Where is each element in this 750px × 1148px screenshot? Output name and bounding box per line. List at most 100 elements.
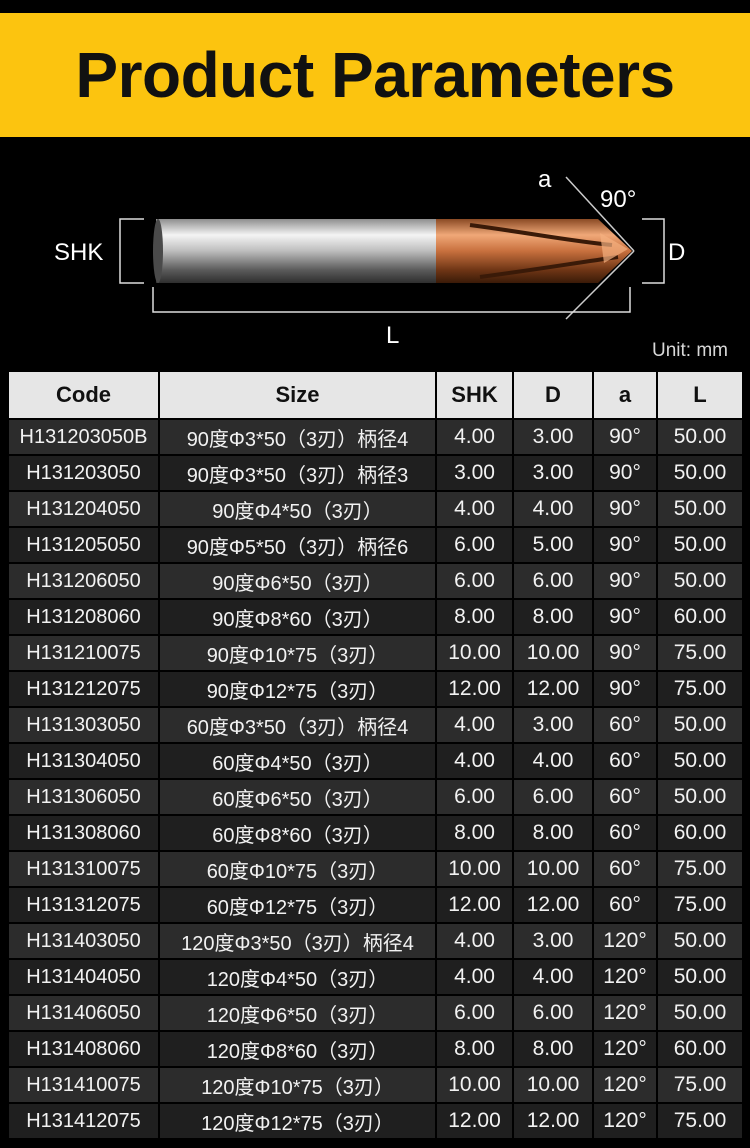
cell-code: H131412075 <box>9 1102 160 1138</box>
cell-code: H131404050 <box>9 958 160 995</box>
table-row: H131304050 60度Φ4*50（3刃） 4.00 4.00 60° 50.00 <box>9 742 742 779</box>
cell-l: 50.00 <box>657 958 742 995</box>
unit-label: Unit: mm <box>652 340 728 361</box>
cell-shk: 4.00 <box>436 958 514 995</box>
table-row: H131204050 90度Φ4*50（3刃） 4.00 4.00 90° 50.00 <box>9 490 742 527</box>
cell-size: 90度Φ10*75（3刃） <box>159 634 437 671</box>
cell-code: H131204050 <box>9 490 160 527</box>
cell-size: 90度Φ12*75（3刃） <box>159 670 437 707</box>
table-row: H131208060 90度Φ8*60（3刃） 8.00 8.00 90° 60.00 <box>9 598 742 635</box>
cell-a: 120° <box>593 1102 658 1138</box>
cell-size: 120度Φ6*50（3刃） <box>159 994 437 1031</box>
label-a: a <box>538 166 552 193</box>
cell-shk: 8.00 <box>436 1030 514 1067</box>
cell-l: 75.00 <box>657 886 742 923</box>
label-angle: 90° <box>600 186 636 213</box>
cell-l: 60.00 <box>657 814 742 851</box>
header-size: Size <box>159 372 437 419</box>
cell-a: 60° <box>593 850 658 887</box>
cell-shk: 12.00 <box>436 886 514 923</box>
cell-shk: 4.00 <box>436 490 514 527</box>
table-row: H131303050 60度Φ3*50（3刃）柄径4 4.00 3.00 60° 50.0… <box>9 706 742 743</box>
cell-d: 8.00 <box>513 598 594 635</box>
drill-tip <box>436 219 632 283</box>
cell-l: 50.00 <box>657 706 742 743</box>
cell-d: 4.00 <box>513 958 594 995</box>
cell-code: H131212075 <box>9 670 160 707</box>
cell-d: 3.00 <box>513 922 594 959</box>
cell-d: 3.00 <box>513 454 594 491</box>
cell-d: 6.00 <box>513 778 594 815</box>
label-shk: SHK <box>54 239 103 266</box>
cell-size: 90度Φ4*50（3刃） <box>159 490 437 527</box>
cell-l: 75.00 <box>657 1102 742 1138</box>
cell-shk: 10.00 <box>436 850 514 887</box>
cell-shk: 3.00 <box>436 454 514 491</box>
cell-size: 60度Φ10*75（3刃） <box>159 850 437 887</box>
cell-shk: 12.00 <box>436 670 514 707</box>
cell-d: 3.00 <box>513 706 594 743</box>
cell-a: 90° <box>593 670 658 707</box>
cell-code: H131203050 <box>9 454 160 491</box>
cell-shk: 6.00 <box>436 562 514 599</box>
cell-size: 90度Φ3*50（3刃）柄径3 <box>159 454 437 491</box>
table-row: H131410075 120度Φ10*75（3刃） 10.00 10.00 120° 75… <box>9 1066 742 1103</box>
cell-code: H131308060 <box>9 814 160 851</box>
cell-a: 90° <box>593 418 658 455</box>
label-l: L <box>386 322 399 349</box>
drill-shank <box>153 219 438 283</box>
cell-a: 120° <box>593 1030 658 1067</box>
cell-d: 8.00 <box>513 1030 594 1067</box>
cell-a: 90° <box>593 454 658 491</box>
cell-l: 60.00 <box>657 598 742 635</box>
cell-code: H131304050 <box>9 742 160 779</box>
cell-d: 5.00 <box>513 526 594 563</box>
table-row: H131205050 90度Φ5*50（3刃）柄径6 6.00 5.00 90° 50.0… <box>9 526 742 563</box>
cell-shk: 4.00 <box>436 706 514 743</box>
cell-code: H131203050B <box>9 418 160 455</box>
cell-d: 4.00 <box>513 490 594 527</box>
cell-l: 50.00 <box>657 562 742 599</box>
header-d: D <box>513 372 594 419</box>
cell-l: 50.00 <box>657 490 742 527</box>
cell-d: 12.00 <box>513 886 594 923</box>
cell-size: 90度Φ5*50（3刃）柄径6 <box>159 526 437 563</box>
cell-shk: 4.00 <box>436 418 514 455</box>
cell-l: 50.00 <box>657 418 742 455</box>
cell-size: 60度Φ12*75（3刃） <box>159 886 437 923</box>
cell-size: 90度Φ6*50（3刃） <box>159 562 437 599</box>
table-row: H131210075 90度Φ10*75（3刃） 10.00 10.00 90° 75.0… <box>9 634 742 671</box>
cell-d: 8.00 <box>513 814 594 851</box>
cell-shk: 8.00 <box>436 598 514 635</box>
cell-size: 120度Φ4*50（3刃） <box>159 958 437 995</box>
tool-diagram: a 90° SHK D L <box>54 166 685 349</box>
cell-l: 50.00 <box>657 994 742 1031</box>
cell-shk: 6.00 <box>436 778 514 815</box>
cell-a: 60° <box>593 814 658 851</box>
table-row: H131308060 60度Φ8*60（3刃） 8.00 8.00 60° 60.00 <box>9 814 742 851</box>
cell-a: 90° <box>593 598 658 635</box>
cell-shk: 6.00 <box>436 994 514 1031</box>
table-row: H131203050B 90度Φ3*50（3刃）柄径4 4.00 3.00 90° 50.… <box>9 418 742 455</box>
cell-l: 75.00 <box>657 850 742 887</box>
cell-code: H131403050 <box>9 922 160 959</box>
cell-d: 12.00 <box>513 670 594 707</box>
cell-l: 60.00 <box>657 1030 742 1067</box>
table-row: H131206050 90度Φ6*50（3刃） 6.00 6.00 90° 50.00 <box>9 562 742 599</box>
table-row: H131404050 120度Φ4*50（3刃） 4.00 4.00 120° 50.00 <box>9 958 742 995</box>
cell-code: H131306050 <box>9 778 160 815</box>
cell-code: H131312075 <box>9 886 160 923</box>
label-d: D <box>668 239 685 266</box>
header-shk: SHK <box>436 372 514 419</box>
parameters-table: Code Size SHK D a L H131203050B 90度Φ3*50（… <box>9 372 742 1138</box>
table-header-row: Code Size SHK D a L <box>9 372 742 419</box>
cell-l: 75.00 <box>657 670 742 707</box>
header-code: Code <box>9 372 160 419</box>
cell-l: 50.00 <box>657 526 742 563</box>
cell-a: 120° <box>593 958 658 995</box>
cell-d: 4.00 <box>513 742 594 779</box>
cell-a: 90° <box>593 634 658 671</box>
cell-l: 50.00 <box>657 742 742 779</box>
cell-a: 120° <box>593 922 658 959</box>
page-title: Product Parameters <box>75 39 675 111</box>
